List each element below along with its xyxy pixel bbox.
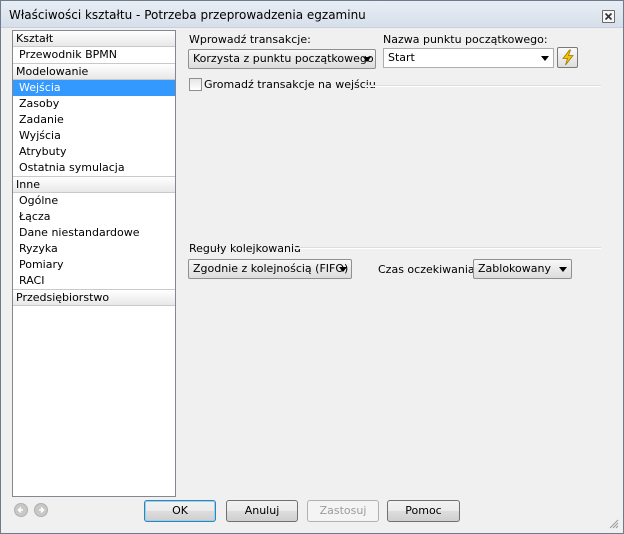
list-item-task[interactable]: Zadanie <box>13 112 175 128</box>
list-item-resources[interactable]: Zasoby <box>13 96 175 112</box>
divider <box>363 85 601 87</box>
title-bar: Właściwości kształtu - Potrzeba przeprow… <box>1 1 623 28</box>
help-button[interactable]: Pomoc <box>387 500 460 522</box>
list-item-custom-data[interactable]: Dane niestandardowe <box>13 225 175 241</box>
list-item-last-simulation[interactable]: Ostatnia symulacja <box>13 160 175 176</box>
window-title: Właściwości kształtu - Potrzeba przeprow… <box>9 8 366 22</box>
start-point-value: Start <box>388 51 415 64</box>
transaction-value: Korzysta z punktu początkowego <box>193 52 374 65</box>
list-item-raci[interactable]: RACI <box>13 273 175 289</box>
transaction-label: Wprowadź transakcje: <box>189 33 311 46</box>
chevron-down-icon <box>559 267 567 272</box>
list-item-attributes[interactable]: Atrybuty <box>13 144 175 160</box>
list-item-outputs[interactable]: Wyjścia <box>13 128 175 144</box>
chevron-down-icon <box>541 56 549 61</box>
list-item-links[interactable]: Łącza <box>13 209 175 225</box>
list-item-bpmn-guide[interactable]: Przewodnik BPMN <box>13 47 175 63</box>
forward-button[interactable] <box>34 503 48 517</box>
lightning-icon <box>562 49 574 66</box>
forward-arrow-icon <box>39 506 45 514</box>
category-header-modeling[interactable]: Modelowanie <box>13 63 175 80</box>
queue-rule-select[interactable]: Zgodnie z kolejnością (FIFO) <box>188 259 352 279</box>
apply-button[interactable]: Zastosuj <box>307 500 379 522</box>
cancel-button[interactable]: Anuluj <box>226 500 298 522</box>
category-header-enterprise[interactable]: Przedsiębiorstwo <box>13 289 175 306</box>
lightning-button[interactable] <box>557 47 578 68</box>
accumulate-label: Gromadź transakcje na wejściu <box>204 78 376 91</box>
wait-time-label: Czas oczekiwania: <box>378 263 479 276</box>
close-button[interactable] <box>602 10 615 23</box>
category-header-shape[interactable]: Kształt <box>13 31 175 47</box>
category-list[interactable]: Kształt Przewodnik BPMN Modelowanie Wejś… <box>12 30 176 497</box>
properties-dialog: Właściwości kształtu - Potrzeba przeprow… <box>0 0 624 534</box>
queue-rule-value: Zgodnie z kolejnością (FIFO) <box>193 262 349 275</box>
chevron-down-icon <box>363 57 371 62</box>
close-icon <box>604 12 613 21</box>
accumulate-checkbox[interactable] <box>189 78 202 91</box>
back-arrow-icon <box>17 506 23 514</box>
start-point-label: Nazwa punktu początkowego: <box>383 33 548 46</box>
wait-time-value: Zablokowany <box>478 262 551 275</box>
list-item-measures[interactable]: Pomiary <box>13 257 175 273</box>
transaction-select[interactable]: Korzysta z punktu początkowego <box>188 49 376 69</box>
resize-grip-icon[interactable] <box>608 518 619 529</box>
ok-button[interactable]: OK <box>144 500 216 522</box>
category-header-other[interactable]: Inne <box>13 176 175 193</box>
start-point-select[interactable]: Start <box>383 48 554 68</box>
chevron-down-icon <box>339 267 347 272</box>
back-button[interactable] <box>14 503 28 517</box>
wait-time-select[interactable]: Zablokowany <box>473 259 572 279</box>
list-item-risks[interactable]: Ryzyka <box>13 241 175 257</box>
list-item-inputs[interactable]: Wejścia <box>13 80 175 96</box>
list-item-general[interactable]: Ogólne <box>13 193 175 209</box>
divider <box>295 247 601 249</box>
queue-rules-label: Reguły kolejkowania <box>189 242 301 255</box>
